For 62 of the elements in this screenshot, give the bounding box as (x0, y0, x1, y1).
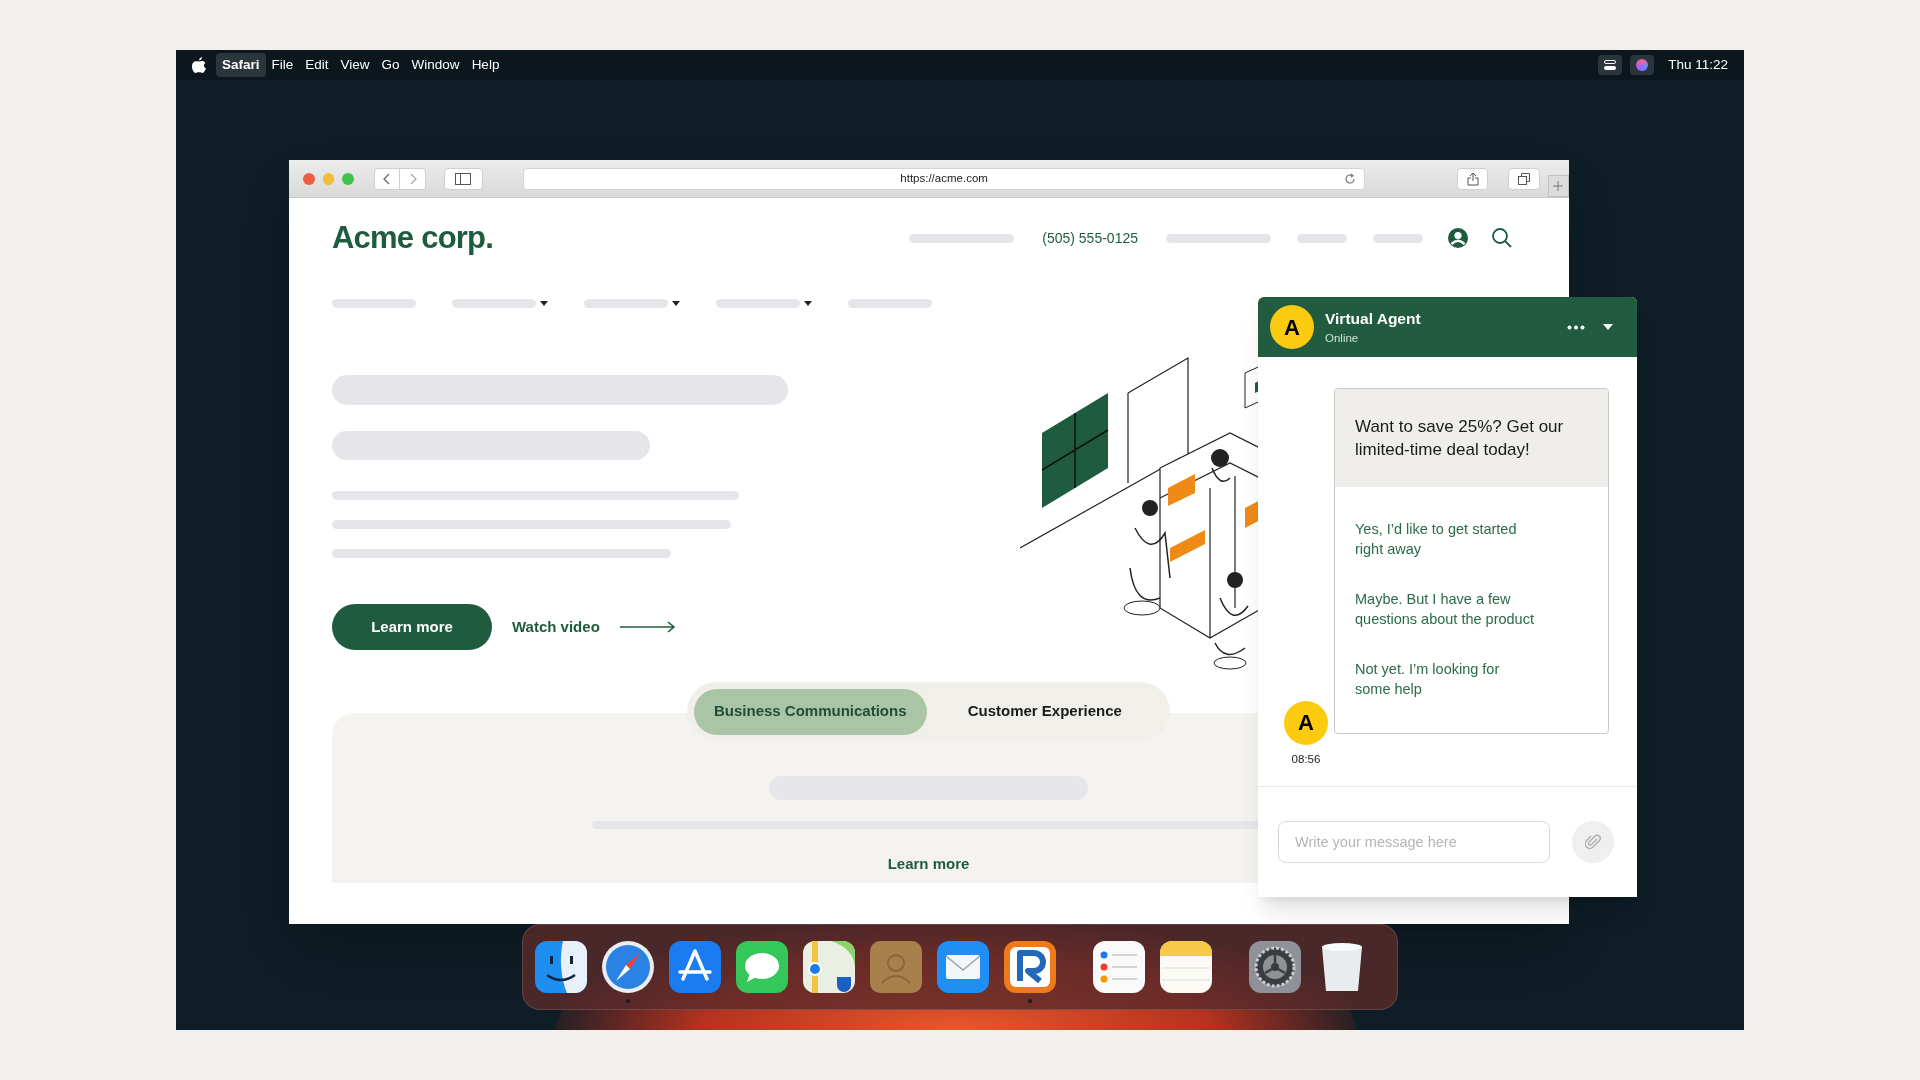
notepad-icon[interactable] (1158, 939, 1214, 995)
chevron-right-icon (408, 172, 417, 185)
reply-option[interactable]: Yes, I’d like to get started right away (1355, 519, 1537, 559)
tabs-icon (1517, 172, 1530, 185)
caret-icon[interactable] (804, 300, 812, 306)
placeholder-bar (1373, 233, 1423, 243)
menu-bar-clock: Thu 11:22 (1668, 55, 1728, 74)
gear-icon[interactable] (1247, 939, 1303, 995)
r-logo-icon[interactable] (1002, 939, 1058, 995)
control-center-icon[interactable] (1598, 55, 1623, 75)
learn-more-button[interactable]: Learn more (332, 604, 492, 650)
menu-item[interactable]: Window (405, 52, 466, 78)
contact-card-icon[interactable] (868, 939, 924, 995)
sidebar-button[interactable] (444, 167, 483, 190)
reply-option[interactable]: Not yet. I’m looking for some help (1355, 659, 1537, 699)
apple-logo-icon[interactable] (192, 57, 206, 73)
arrow-icon[interactable] (619, 621, 676, 633)
tab[interactable]: Customer Experience (947, 688, 1142, 735)
more-options-icon[interactable] (1567, 324, 1585, 330)
compass-icon[interactable] (600, 939, 656, 995)
menu-item[interactable]: Help (465, 52, 506, 78)
watch-video-link[interactable]: Watch video (512, 615, 600, 639)
message-time: 08:56 (1291, 751, 1321, 767)
menu-item[interactable]: Safari (216, 52, 266, 78)
tab[interactable]: Business Communications (694, 688, 927, 735)
share-icon (1466, 171, 1479, 186)
site-logo[interactable]: Acme corp. (332, 214, 494, 262)
user-icon[interactable] (1447, 227, 1469, 249)
url-text: https://acme.com (900, 170, 988, 186)
sidebar-icon (455, 172, 472, 185)
agent-status: Online (1325, 331, 1360, 346)
paperclip-icon (1585, 833, 1601, 851)
menu-item[interactable]: Edit (299, 52, 335, 78)
menu-item[interactable]: File (265, 52, 300, 78)
checklist-icon[interactable] (1091, 939, 1147, 995)
chevron-left-icon (383, 172, 391, 185)
smiling-face-icon[interactable] (533, 939, 589, 995)
phone-number[interactable]: (505) 555-0125 (1042, 227, 1138, 249)
placeholder-bar (1297, 233, 1347, 243)
speech-bubble-icon[interactable] (734, 939, 790, 995)
map-icon[interactable] (801, 939, 857, 995)
agent-avatar: A (1284, 700, 1328, 745)
menu-item[interactable]: View (334, 52, 376, 78)
agent-name: Virtual Agent (1325, 308, 1421, 329)
reply-option[interactable]: Maybe. But I have a few questions about the product (1355, 589, 1537, 629)
caret-icon[interactable] (1603, 324, 1613, 330)
siri-icon[interactable] (1630, 55, 1655, 75)
message-input[interactable]: Write your message here (1278, 821, 1550, 863)
reload-icon[interactable] (1344, 172, 1357, 185)
app-store-icon[interactable] (667, 939, 723, 995)
close-window-icon[interactable] (303, 172, 315, 185)
caret-icon[interactable] (540, 300, 548, 306)
caret-icon[interactable] (672, 300, 680, 306)
address-bar[interactable]: https://acme.com (522, 167, 1366, 190)
learn-more-link[interactable]: Learn more (887, 853, 970, 876)
envelope-icon[interactable] (935, 939, 991, 995)
agent-avatar: A (1270, 305, 1314, 349)
tabs-button[interactable] (1508, 167, 1540, 190)
message-text: Want to save 25%? Get our limited-time deal today! (1335, 389, 1608, 487)
search-icon[interactable] (1491, 227, 1513, 249)
plus-icon (1553, 180, 1564, 191)
menu-item[interactable]: Go (375, 52, 406, 78)
